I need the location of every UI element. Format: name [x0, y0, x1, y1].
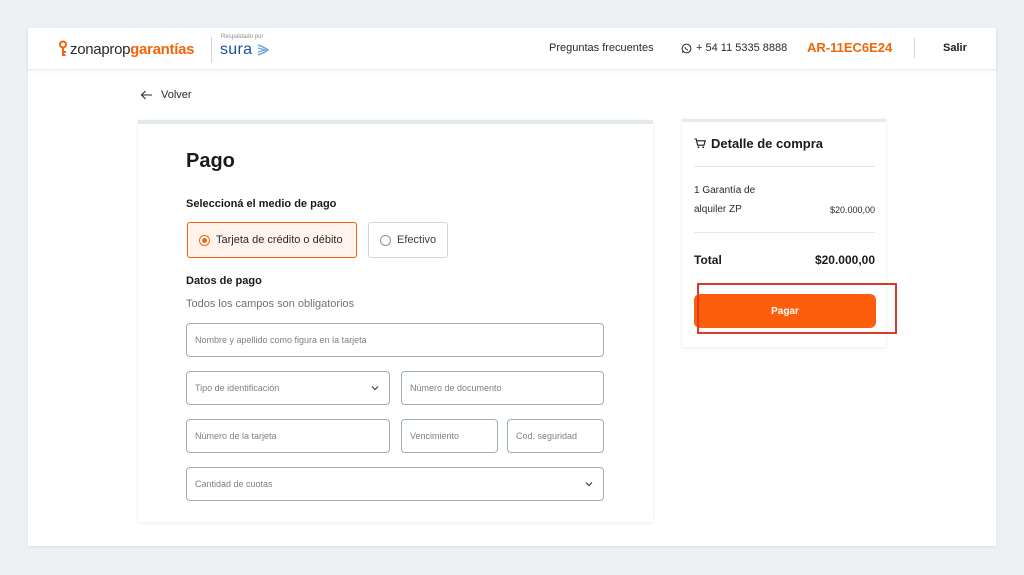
required-hint: Todos los campos son obligatorios: [186, 298, 355, 310]
security-code-input[interactable]: Cod. seguridad: [507, 419, 604, 453]
radio-unselected-icon: [380, 234, 391, 246]
top-header: zonaprop garantías Respaldado por sura Pr…: [28, 28, 996, 70]
exit-link[interactable]: Salir: [943, 42, 967, 54]
pay-button-highlight: [697, 283, 897, 334]
summary-divider: [694, 232, 875, 233]
sura-logo: Respaldado por sura: [220, 34, 269, 59]
payment-details-label: Datos de pago: [186, 275, 262, 287]
radio-selected-icon: [199, 234, 210, 246]
logo-text-product: garantías: [130, 40, 195, 58]
page-frame: zonaprop garantías Respaldado por sura Pr…: [28, 28, 996, 546]
key-icon: [59, 40, 67, 56]
logo-divider: [211, 37, 212, 63]
id-type-select[interactable]: Tipo de identificación: [186, 371, 390, 405]
chevron-down-icon: [585, 482, 593, 487]
expiry-input[interactable]: Vencimiento: [401, 419, 498, 453]
payment-option-card[interactable]: Tarjeta de crédito o débito: [187, 222, 357, 258]
payment-card: Pago Seleccioná el medio de pago Tarjeta…: [138, 120, 653, 522]
document-number-input[interactable]: Número de documento: [401, 371, 604, 405]
zonaprop-logo[interactable]: zonaprop garantías: [58, 40, 194, 58]
total-label: Total: [694, 253, 722, 267]
page-title: Pago: [186, 150, 235, 172]
summary-item-name: 1 Garantía de alquiler ZP: [694, 185, 756, 215]
card-number-placeholder: Número de la tarjeta: [195, 431, 277, 441]
expiry-placeholder: Vencimiento: [410, 431, 460, 441]
installments-select[interactable]: Cantidad de cuotas: [186, 467, 604, 501]
payment-option-card-label: Tarjeta de crédito o débito: [216, 234, 343, 246]
phone-number: + 54 11 5335 8888: [696, 42, 788, 54]
faq-link[interactable]: Preguntas frecuentes: [549, 42, 654, 54]
card-number-input[interactable]: Número de la tarjeta: [186, 419, 390, 453]
chevron-down-icon: [371, 386, 379, 391]
arrow-left-icon: [140, 90, 152, 100]
payment-method-label: Seleccioná el medio de pago: [186, 198, 337, 210]
back-link[interactable]: Volver: [140, 89, 192, 101]
document-number-placeholder: Número de documento: [410, 383, 502, 393]
whatsapp-icon: [681, 43, 692, 53]
security-code-placeholder: Cod. seguridad: [516, 431, 578, 441]
summary-divider: [694, 166, 875, 167]
summary-item-price: $20.000,00: [829, 205, 875, 215]
phone-link[interactable]: + 54 11 5335 8888: [681, 42, 787, 54]
id-type-placeholder: Tipo de identificación: [195, 383, 280, 393]
total-value: $20.000,00: [814, 253, 875, 267]
logo-text-brand: zonaprop: [70, 40, 131, 58]
payment-option-cash[interactable]: Efectivo: [368, 222, 448, 258]
cart-icon: [694, 138, 706, 149]
cardholder-name-input[interactable]: Nombre y apellido como figura en la tarj…: [186, 323, 604, 357]
installments-placeholder: Cantidad de cuotas: [195, 479, 273, 489]
cardholder-name-placeholder: Nombre y apellido como figura en la tarj…: [195, 335, 367, 345]
back-label: Volver: [161, 89, 192, 101]
summary-title: Detalle de compra: [694, 136, 823, 151]
sura-wings-icon: [257, 44, 269, 56]
header-separator: [914, 38, 915, 58]
partner-name: sura: [220, 41, 253, 58]
summary-title-text: Detalle de compra: [711, 136, 823, 151]
payment-option-cash-label: Efectivo: [397, 234, 437, 246]
partner-caption: Respaldado por: [221, 34, 264, 40]
reference-code: AR-11EC6E24: [807, 40, 893, 55]
